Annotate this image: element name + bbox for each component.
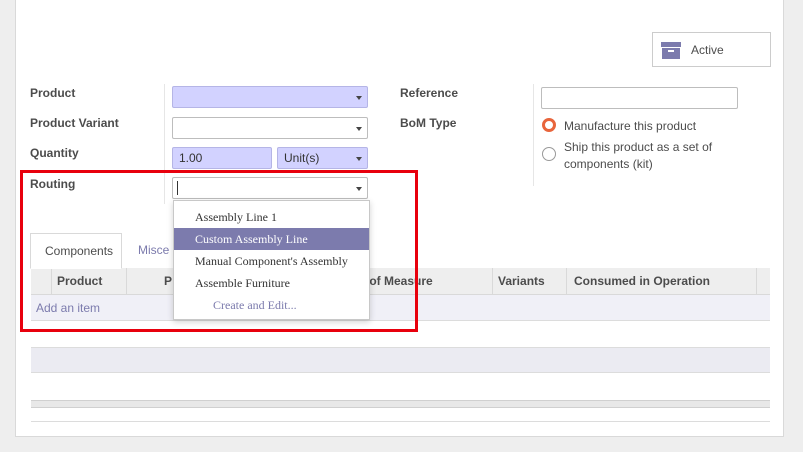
quantity-label: Quantity (30, 146, 79, 160)
bom-type-kit-option[interactable]: Ship this product as a set of components… (542, 139, 712, 173)
column-separator (164, 84, 165, 204)
chevron-down-icon (356, 157, 362, 161)
table-bottom-line (31, 421, 770, 422)
product-variant-label: Product Variant (30, 116, 119, 130)
uom-select[interactable]: Unit(s) (277, 147, 368, 169)
quantity-input[interactable]: 1.00 (172, 147, 272, 169)
radio-unselected[interactable] (542, 147, 556, 161)
bom-type-manufacture-option[interactable]: Manufacture this product (542, 118, 696, 135)
create-and-edit-option[interactable]: Create and Edit... (174, 294, 369, 316)
column-unit-of-measure[interactable]: t of Measure (362, 268, 433, 295)
column-separator (533, 84, 534, 186)
routing-option-assemble-furniture[interactable]: Assemble Furniture (174, 272, 369, 294)
components-table-header: Product P t of Measure Variants Consumed… (31, 268, 770, 295)
table-row (31, 347, 770, 373)
active-toggle-button[interactable]: Active (652, 32, 771, 67)
table-footer (31, 400, 770, 408)
product-select[interactable] (172, 86, 368, 108)
radio-selected[interactable] (542, 118, 556, 132)
chevron-down-icon (356, 187, 362, 191)
chevron-down-icon (356, 127, 362, 131)
column-product-quantity[interactable]: P (164, 268, 172, 295)
routing-dropdown-menu: Assembly Line 1 Custom Assembly Line Man… (173, 200, 370, 320)
routing-option-manual-components-assembly[interactable]: Manual Component's Assembly (174, 250, 369, 272)
routing-option-custom-assembly-line[interactable]: Custom Assembly Line (174, 228, 369, 250)
archive-box-icon (661, 41, 681, 59)
routing-label: Routing (30, 177, 76, 191)
table-row (31, 295, 770, 321)
reference-label: Reference (400, 86, 459, 100)
text-cursor (177, 181, 178, 195)
add-item-link[interactable]: Add an item (36, 301, 100, 315)
bom-type-label: BoM Type (400, 116, 457, 130)
active-label: Active (691, 42, 724, 57)
column-consumed-in-operation[interactable]: Consumed in Operation (574, 268, 710, 295)
product-variant-select[interactable] (172, 117, 368, 139)
chevron-down-icon (356, 96, 362, 100)
tab-components[interactable]: Components (30, 233, 122, 269)
column-product[interactable]: Product (57, 268, 102, 295)
routing-option-assembly-line-1[interactable]: Assembly Line 1 (174, 206, 369, 228)
reference-input[interactable] (541, 87, 738, 109)
column-variants[interactable]: Variants (498, 268, 545, 295)
product-label: Product (30, 86, 76, 100)
routing-select[interactable] (172, 177, 368, 199)
